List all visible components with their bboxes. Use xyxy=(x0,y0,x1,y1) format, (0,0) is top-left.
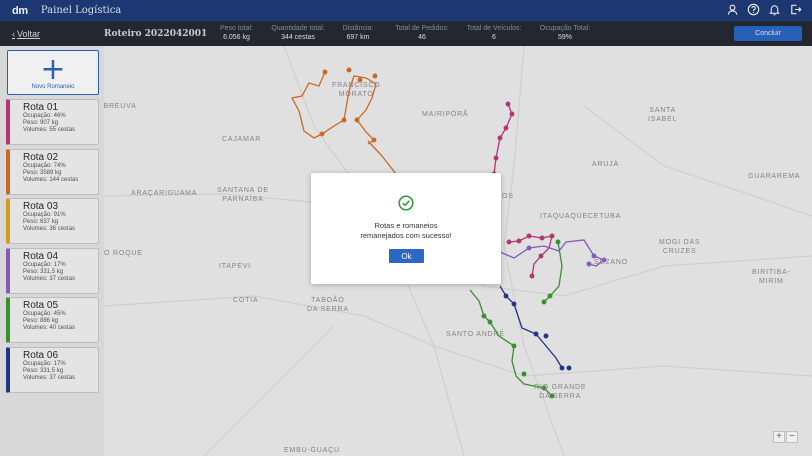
success-check-icon xyxy=(398,195,414,211)
ok-button[interactable]: Ok xyxy=(389,249,424,263)
success-message: Rotas e romaneios remanejados com sucess… xyxy=(360,221,452,240)
success-dialog: Rotas e romaneios remanejados com sucess… xyxy=(311,173,501,284)
